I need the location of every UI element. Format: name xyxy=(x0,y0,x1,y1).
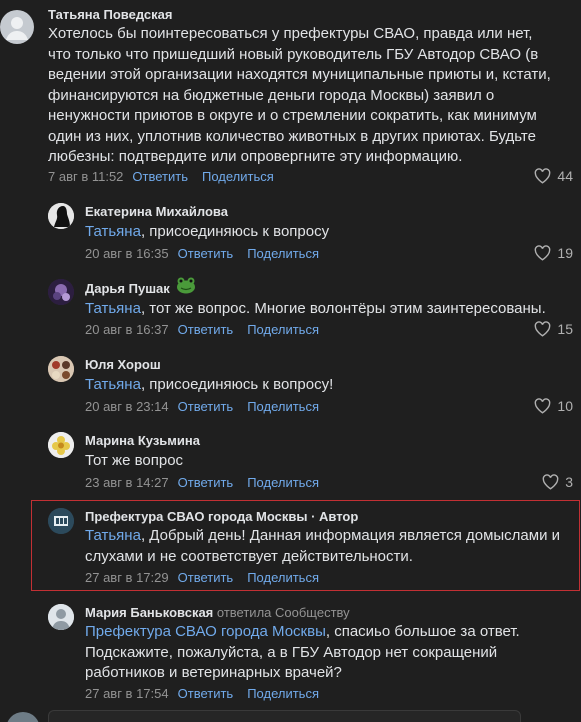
flower-icon xyxy=(48,432,74,458)
reply-button[interactable]: Ответить xyxy=(132,169,188,184)
reply-button[interactable]: Ответить xyxy=(178,322,234,337)
comment-meta: 23 авг в 14:27 Ответить Поделиться xyxy=(85,475,319,490)
user-photo-icon xyxy=(48,279,74,305)
reply-button[interactable]: Ответить xyxy=(178,570,234,585)
like-button[interactable]: 44 xyxy=(534,168,573,184)
share-button[interactable]: Поделиться xyxy=(247,246,319,261)
comment-time[interactable]: 7 авг в 11:52 xyxy=(48,169,123,184)
mention-link[interactable]: Татьяна xyxy=(85,223,141,240)
share-button[interactable]: Поделиться xyxy=(202,169,274,184)
heart-icon xyxy=(535,398,551,414)
comment-meta: 20 авг в 16:35 Ответить Поделиться xyxy=(85,246,319,261)
comment-meta: 27 авг в 17:29 Ответить Поделиться xyxy=(85,570,319,585)
mention-link[interactable]: Татьяна xyxy=(85,300,141,317)
community-logo-icon xyxy=(48,508,74,534)
comment-author[interactable]: Екатерина Михайлова xyxy=(85,204,228,219)
like-count: 3 xyxy=(565,474,573,490)
comment-author[interactable]: Татьяна Поведская xyxy=(48,7,172,22)
comment-author[interactable]: Дарья Пушак xyxy=(85,281,170,296)
frog-emoji-icon xyxy=(176,276,196,294)
reply-button[interactable]: Ответить xyxy=(178,246,234,261)
replied-label: ответила Сообществу xyxy=(216,605,350,620)
like-button[interactable]: 10 xyxy=(534,398,573,414)
share-button[interactable]: Поделиться xyxy=(247,399,319,414)
user-photo-icon xyxy=(48,203,74,229)
like-count: 15 xyxy=(557,321,573,337)
like-count: 10 xyxy=(557,398,573,414)
comment-time[interactable]: 23 авг в 14:27 xyxy=(85,475,169,490)
heart-icon xyxy=(535,245,551,261)
like-count: 19 xyxy=(557,245,573,261)
comment-time[interactable]: 20 авг в 16:37 xyxy=(85,322,169,337)
comment-meta: 7 авг в 11:52 Ответить Поделиться xyxy=(48,169,274,184)
avatar[interactable] xyxy=(48,279,74,305)
share-button[interactable]: Поделиться xyxy=(247,686,319,701)
heart-icon xyxy=(542,474,559,490)
comment-meta: 20 авг в 23:14 Ответить Поделиться xyxy=(85,399,319,414)
reply-button[interactable]: Ответить xyxy=(178,399,234,414)
avatar[interactable] xyxy=(48,203,74,229)
mention-link[interactable]: Татьяна xyxy=(85,527,141,544)
comment-body: , Добрый день! Данная информация являетс… xyxy=(85,527,561,565)
current-user-avatar xyxy=(6,712,40,722)
comment-text: Тот же вопрос xyxy=(85,452,184,469)
share-button[interactable]: Поделиться xyxy=(247,475,319,490)
comment-text: Татьяна, Добрый день! Данная информация … xyxy=(85,526,565,567)
comment-text: Хотелось бы поинтересоваться у префектур… xyxy=(48,25,551,165)
avatar[interactable] xyxy=(48,432,74,458)
like-button[interactable]: 3 xyxy=(542,474,573,490)
avatar[interactable] xyxy=(48,604,74,630)
mention-link[interactable]: Татьяна xyxy=(85,376,141,393)
mention-link[interactable]: Префектура СВАО города Москвы xyxy=(85,623,326,640)
share-button[interactable]: Поделиться xyxy=(247,570,319,585)
like-button[interactable]: 15 xyxy=(534,321,573,337)
comment-author[interactable]: Марина Кузьмина xyxy=(85,433,200,448)
comment-text: Префектура СВАО города Москвы, спасиьо б… xyxy=(85,622,545,684)
comment-meta: 27 авг в 17:54 Ответить Поделиться xyxy=(85,686,319,701)
share-button[interactable]: Поделиться xyxy=(247,322,319,337)
reply-button[interactable]: Ответить xyxy=(178,686,234,701)
comment-body: , присоединяюсь к вопросу! xyxy=(140,376,334,393)
comment-meta: 20 авг в 16:37 Ответить Поделиться xyxy=(85,322,319,337)
comment-author: Мария Баньковская ответила Сообществу xyxy=(85,605,350,620)
comment-text: Татьяна, присоединяюсь к вопросу xyxy=(85,222,555,243)
comment-time[interactable]: 20 авг в 16:35 xyxy=(85,246,169,261)
comment-time[interactable]: 20 авг в 23:14 xyxy=(85,399,169,414)
avatar[interactable] xyxy=(48,508,74,534)
comment-author[interactable]: Префектура СВАО города Москвы · Автор xyxy=(85,509,358,524)
comment-input[interactable] xyxy=(48,710,521,722)
avatar[interactable] xyxy=(48,356,74,382)
comment-text: Татьяна, присоединяюсь к вопросу! xyxy=(85,375,555,396)
comment-body: , тот же вопрос. Многие волонтёры этим з… xyxy=(140,300,546,317)
user-photo-icon xyxy=(48,356,74,382)
comment-text: Татьяна, тот же вопрос. Многие волонтёры… xyxy=(85,299,555,320)
comment-author[interactable]: Юля Хорош xyxy=(85,357,161,372)
author-name[interactable]: Мария Баньковская xyxy=(85,605,213,620)
default-user-icon xyxy=(6,17,28,40)
avatar[interactable] xyxy=(0,10,34,44)
comment-time[interactable]: 27 авг в 17:54 xyxy=(85,686,169,701)
comment-time[interactable]: 27 авг в 17:29 xyxy=(85,570,169,585)
like-count: 44 xyxy=(557,168,573,184)
like-button[interactable]: 19 xyxy=(534,245,573,261)
heart-icon xyxy=(535,321,551,337)
user-photo-icon xyxy=(48,604,74,630)
reply-button[interactable]: Ответить xyxy=(178,475,234,490)
heart-icon xyxy=(535,168,551,184)
comment-body: , присоединяюсь к вопросу xyxy=(140,223,330,240)
